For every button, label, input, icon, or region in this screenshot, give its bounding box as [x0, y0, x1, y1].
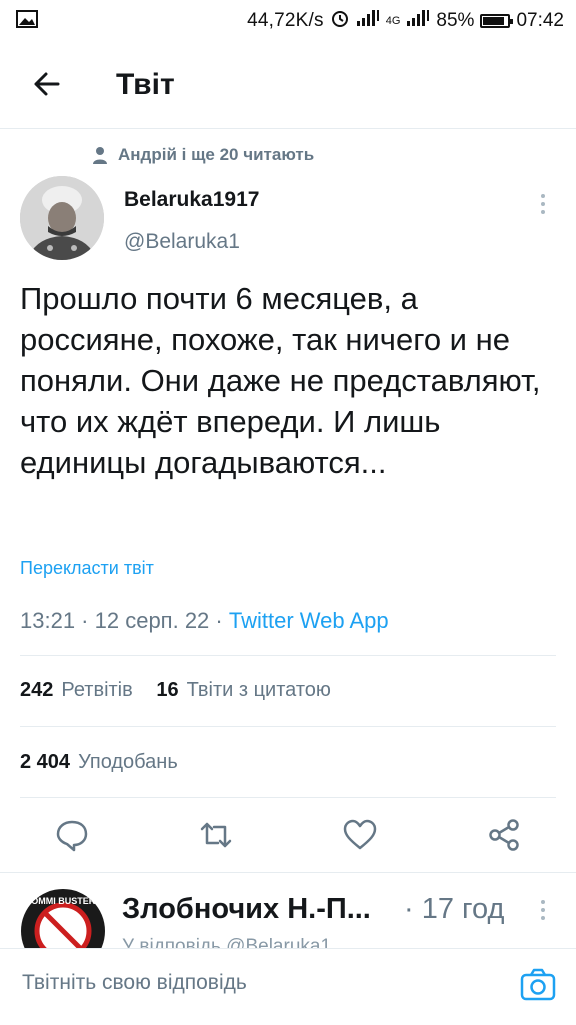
alarm-icon	[330, 8, 350, 34]
clock: 07:42	[516, 10, 564, 31]
battery-percent: 85%	[436, 10, 475, 31]
network-type: 4G	[385, 15, 401, 27]
retweet-icon[interactable]	[196, 815, 236, 855]
social-context[interactable]: Андрій і ще 20 читають	[92, 145, 314, 165]
tweet-text: Прошло почти 6 месяцев, а россияне, похо…	[20, 281, 541, 480]
divider	[20, 797, 556, 798]
divider	[20, 655, 556, 656]
image-icon	[16, 9, 38, 35]
tweet-date: 12 серп. 22	[94, 608, 210, 633]
reply-time: · 17 год	[404, 893, 505, 925]
more-options-icon[interactable]	[536, 898, 550, 922]
likes-label: Уподобань	[78, 751, 178, 773]
reply-icon[interactable]	[52, 815, 92, 855]
avatar[interactable]	[20, 176, 104, 260]
network-speed: 44,72K/s	[247, 10, 324, 31]
retweets-count: 242	[20, 679, 54, 701]
translate-link[interactable]: Перекласти твіт	[20, 558, 154, 579]
back-arrow-icon[interactable]	[28, 64, 68, 104]
person-icon	[93, 147, 107, 164]
page-title: Твіт	[116, 68, 175, 101]
author-handle[interactable]: @Belaruka1	[124, 230, 240, 254]
tweet-source-link[interactable]: Twitter Web App	[229, 608, 389, 633]
like-icon[interactable]	[340, 815, 380, 855]
share-icon[interactable]	[484, 815, 524, 855]
more-options-icon[interactable]	[536, 192, 550, 216]
likes-stat[interactable]: 2 404 Уподобань	[20, 751, 178, 774]
status-bar: 44,72K/s 4G 85% 07:42	[0, 0, 576, 40]
author-name[interactable]: Belaruka1917	[124, 188, 259, 212]
likes-count: 2 404	[20, 751, 71, 773]
reply-author-name[interactable]: Злобночих Н.-П...	[122, 893, 371, 926]
retweet-stats: 242 Ретвітів 16 Твіти з цитатою	[20, 679, 331, 702]
social-context-label: Андрій і ще 20 читають	[118, 145, 315, 164]
battery-icon	[480, 14, 514, 28]
divider	[0, 872, 576, 873]
tweet-time: 13:21	[20, 608, 76, 633]
camera-icon[interactable]	[518, 965, 558, 1005]
divider	[20, 726, 556, 727]
reply-input[interactable]: Твітніть свою відповідь	[22, 971, 247, 995]
signal-icon	[356, 9, 380, 33]
signal-icon	[406, 9, 430, 33]
retweets-label: Ретвітів	[61, 679, 133, 701]
reply-avatar-text: COMMI BUSTERS	[25, 896, 102, 906]
quotes-stat[interactable]: 16 Твіти з цитатою	[156, 679, 331, 701]
app-header: Твіт	[0, 40, 576, 129]
reply-composer: Твітніть свою відповідь	[0, 948, 576, 1025]
quotes-label: Твіти з цитатою	[186, 679, 331, 701]
tweet-actions	[0, 815, 576, 859]
quotes-count: 16	[156, 679, 179, 701]
tweet-meta: 13:21 · 12 серп. 22 · Twitter Web App	[20, 608, 389, 633]
retweets-stat[interactable]: 242 Ретвітів	[20, 679, 133, 701]
